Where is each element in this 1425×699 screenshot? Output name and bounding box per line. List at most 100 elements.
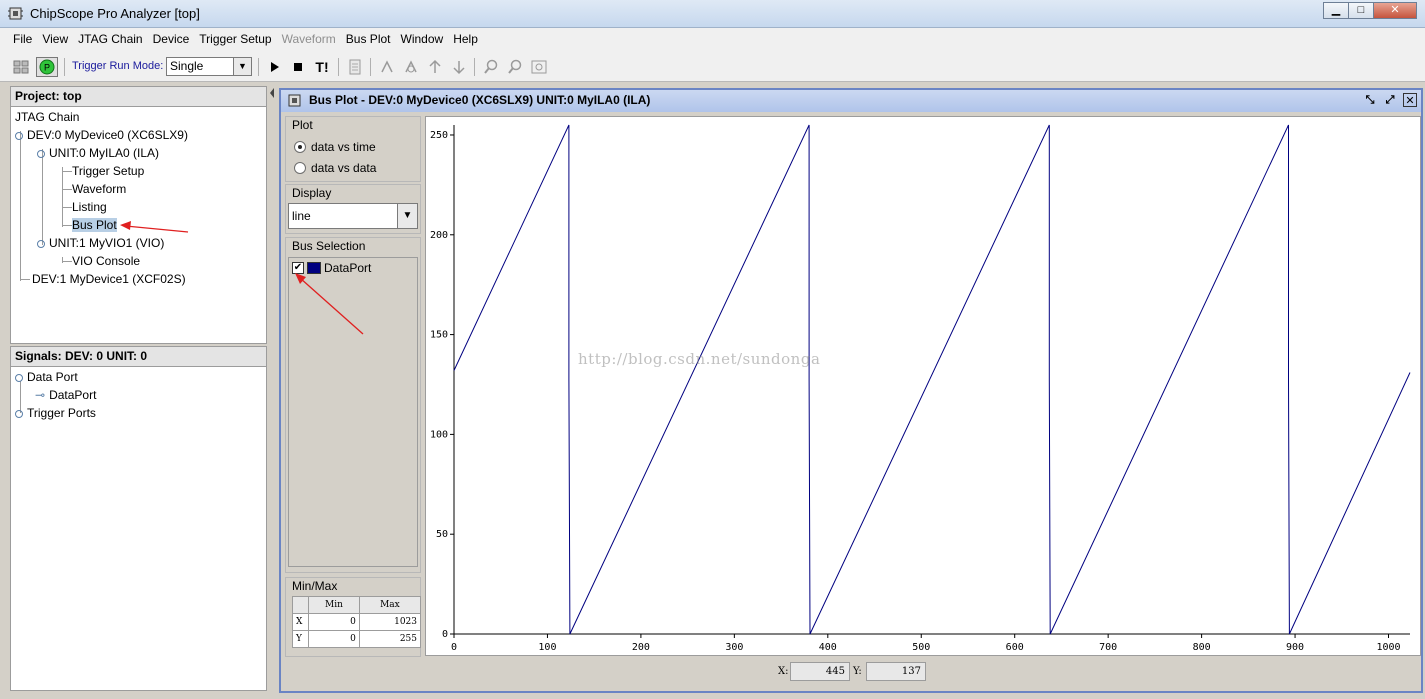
y-tick-label: 200: [430, 230, 448, 241]
minmax-min-cell[interactable]: 0: [308, 613, 360, 631]
bus-name: DataPort: [324, 261, 372, 275]
bus-color-swatch[interactable]: [307, 262, 321, 274]
minmax-max-cell[interactable]: 255: [358, 630, 422, 648]
x-tick-label: 100: [538, 642, 556, 653]
x-tick-label: 500: [912, 642, 930, 653]
close-button[interactable]: ✕: [1373, 2, 1417, 19]
bus-plot-chart[interactable]: 0 50 100 150 200 250 0 100 200 300 400 500 600 700 800…: [426, 117, 1420, 655]
tree-node-trigger-setup[interactable]: Trigger Setup: [72, 162, 144, 180]
zoom-out-icon[interactable]: [506, 58, 524, 76]
menu-item-trigger-setup[interactable]: Trigger Setup: [194, 28, 276, 52]
cursor-x-label: X:: [778, 666, 789, 677]
tree-node-bus-plot[interactable]: Bus Plot: [72, 216, 117, 234]
tree-expander-icon[interactable]: [37, 239, 45, 248]
table-row: Y 0 255: [292, 630, 422, 648]
tree-node-unit1[interactable]: UNIT:1 MyVIO1 (VIO): [37, 234, 164, 252]
minmax-max-cell[interactable]: 1023: [358, 613, 422, 631]
cursor-y-value: 137: [866, 662, 926, 681]
bus-plot-title: Bus Plot - DEV:0 MyDevice0 (XC6SLX9) UNI…: [309, 93, 651, 107]
tree-node-vio-console[interactable]: VIO Console: [72, 252, 140, 270]
tree-expander-icon[interactable]: [15, 409, 23, 418]
menu-item-window[interactable]: Window: [396, 28, 449, 52]
display-value: line: [292, 209, 311, 223]
minimize-button[interactable]: ▁: [1323, 2, 1349, 19]
bus-checkbox[interactable]: ✔: [292, 262, 304, 274]
cursor-x-value: 445: [790, 662, 850, 681]
cursor-x-icon[interactable]: [378, 58, 396, 76]
chipscope-window-icon: [288, 94, 301, 107]
float-window-icon[interactable]: ⤡: [1363, 93, 1377, 107]
menu-item-help[interactable]: Help: [448, 28, 483, 52]
program-device-icon[interactable]: P: [36, 57, 58, 77]
menu-item-view[interactable]: View: [37, 28, 73, 52]
tree-node-unit0[interactable]: UNIT:0 MyILA0 (ILA): [37, 144, 159, 162]
jtag-chain-icon[interactable]: [12, 58, 30, 76]
project-header: Project: top: [11, 87, 266, 107]
menu-item-file[interactable]: File: [8, 28, 37, 52]
document-icon[interactable]: [346, 58, 364, 76]
project-panel: Project: top JTAG Chain DEV:0 MyDevice0 …: [10, 86, 267, 344]
tree-expander-icon[interactable]: [37, 149, 45, 158]
minmax-header-cell: [292, 596, 309, 614]
minmax-header-row: Min Max: [292, 596, 422, 614]
radio-data-vs-time-label: data vs time: [311, 140, 376, 154]
minmax-axis-cell: Y: [292, 630, 309, 648]
trigger-run-mode-select[interactable]: Single ▼: [166, 57, 252, 76]
tree-expander-icon[interactable]: [15, 131, 23, 140]
bus-plot-titlebar[interactable]: Bus Plot - DEV:0 MyDevice0 (XC6SLX9) UNI…: [281, 90, 1421, 112]
collapse-left-icon[interactable]: [268, 86, 276, 100]
minmax-table: Min Max X 0 1023 Y 0 255: [292, 596, 422, 648]
cursor-y-label: Y:: [853, 666, 862, 677]
x-tick-label: 800: [1193, 642, 1211, 653]
tree-node-jtag-chain[interactable]: JTAG Chain: [15, 108, 79, 126]
tree-node-dev1[interactable]: DEV:1 MyDevice1 (XCF02S): [32, 270, 186, 288]
plot-group: Plot data vs time data vs data: [285, 116, 421, 182]
menu-item-device[interactable]: Device: [148, 28, 195, 52]
next-cursor-icon[interactable]: [450, 58, 468, 76]
x-tick-label: 600: [1006, 642, 1024, 653]
x-tick-label: 700: [1099, 642, 1117, 653]
display-select[interactable]: line ▼: [288, 203, 418, 229]
trigger-immediate-button[interactable]: T!: [313, 58, 331, 76]
panel-splitter[interactable]: [268, 82, 276, 699]
bus-icon: ⊸: [35, 388, 46, 402]
trigger-run-mode-value: Single: [170, 59, 204, 73]
menu-item-jtag-chain[interactable]: JTAG Chain: [73, 28, 147, 52]
y-tick-label: 50: [436, 529, 448, 540]
run-trigger-icon[interactable]: [265, 58, 283, 76]
window-title: ChipScope Pro Analyzer [top]: [30, 6, 200, 21]
signals-header: Signals: DEV: 0 UNIT: 0: [11, 347, 266, 367]
prev-cursor-icon[interactable]: [426, 58, 444, 76]
y-tick-label: 150: [430, 330, 448, 341]
bus-plot-window-controls: ⤡ ⤢ ✕: [1363, 93, 1417, 107]
minmax-min-cell[interactable]: 0: [308, 630, 360, 648]
tree-expander-icon[interactable]: [15, 373, 23, 382]
display-group-label: Display: [292, 186, 332, 200]
tree-node-waveform[interactable]: Waveform: [72, 180, 126, 198]
y-tick-label: 0: [442, 629, 448, 640]
bus-plot-window: Bus Plot - DEV:0 MyDevice0 (XC6SLX9) UNI…: [279, 88, 1423, 693]
tree-node-trigger-ports[interactable]: Trigger Ports: [15, 404, 96, 422]
bus-selection-group: Bus Selection ✔ DataPort: [285, 237, 421, 573]
stop-trigger-icon[interactable]: [289, 58, 307, 76]
zoom-in-icon[interactable]: [482, 58, 500, 76]
tree-node-data-port[interactable]: Data Port: [15, 368, 78, 386]
series-line-dataport: [453, 124, 1411, 635]
menu-item-waveform[interactable]: Waveform: [277, 28, 341, 52]
y-tick-label: 100: [430, 429, 448, 440]
tree-node-listing[interactable]: Listing: [72, 198, 107, 216]
minmax-group: Min/Max Min Max X 0 1023 Y 0 255: [285, 577, 422, 657]
window-controls: ▁ □ ✕: [1323, 2, 1417, 19]
radio-data-vs-time[interactable]: [294, 141, 306, 153]
zoom-fit-icon[interactable]: [530, 58, 548, 76]
cursor-o-icon[interactable]: [402, 58, 420, 76]
close-window-icon[interactable]: ✕: [1403, 93, 1417, 107]
radio-data-vs-data[interactable]: [294, 162, 306, 174]
menu-item-bus-plot[interactable]: Bus Plot: [341, 28, 396, 52]
bus-plot-canvas[interactable]: 0 50 100 150 200 250 0 100 200 300 400 500 600 700 800…: [425, 116, 1421, 656]
tree-node-dataport-bus[interactable]: ⊸ DataPort: [35, 386, 96, 404]
trigger-run-mode-label: Trigger Run Mode:: [72, 60, 164, 72]
tree-node-dev0[interactable]: DEV:0 MyDevice0 (XC6SLX9): [15, 126, 188, 144]
maximize-button[interactable]: □: [1348, 2, 1374, 19]
maximize-window-icon[interactable]: ⤢: [1383, 93, 1397, 107]
